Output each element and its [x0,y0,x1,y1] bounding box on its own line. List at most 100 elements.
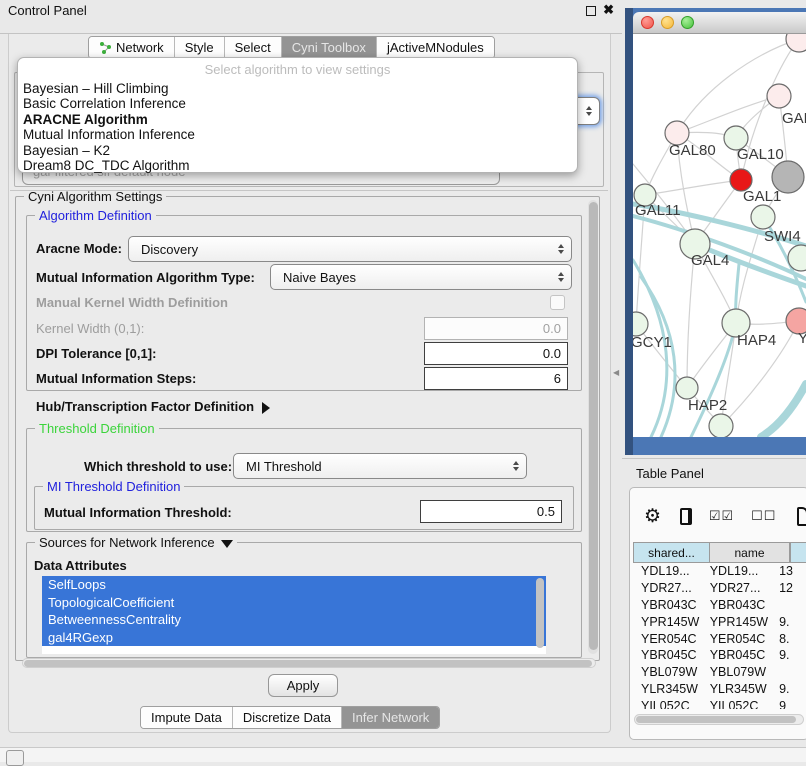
attribute-item-betweennesscentrality[interactable]: BetweennessCentrality [42,611,546,629]
kernel-width-input: 0.0 [424,317,568,340]
table-row[interactable]: YPR145WYPR145W9. [633,613,806,630]
cyni-settings-title: Cyni Algorithm Settings [24,189,166,204]
network-node-gcy1[interactable] [633,312,648,336]
table-cell: 9. [773,648,806,662]
table-row[interactable]: YBR045CYBR045C9. [633,647,806,664]
zoom-traffic-icon[interactable] [681,16,694,29]
aracne-mode-value: Discovery [141,242,198,257]
node-label-swi4: SWI4 [764,228,801,245]
attribute-item-selfloops[interactable]: SelfLoops [42,576,546,594]
tab-discretize-data[interactable]: Discretize Data [233,707,342,728]
cyni-mode-tabbar: Impute Data Discretize Data Infer Network [140,706,440,729]
float-panel-icon[interactable] [586,6,596,16]
table-cell: YDL19... [702,564,773,578]
algorithm-option-dream8-dc-tdc-algorithm[interactable]: Dream8 DC_TDC Algorithm [18,158,577,173]
hub-definition-toggle[interactable]: Hub/Transcription Factor Definition [36,399,270,414]
table-cell: YBL079W [702,665,773,679]
table-cell: YDL19... [633,564,702,578]
panel-corner-icon[interactable] [6,750,24,766]
table-panel: ⚙ ☑☑ ☐☐ shared...name YDL19...YDL19...13… [629,487,806,740]
network-window-titlebar[interactable] [633,12,806,34]
node-label-gal80: GAL80 [669,142,716,159]
algorithm-dropdown-popup: Select algorithm to view settings Bayesi… [17,57,578,173]
table-panel-title: Table Panel [636,466,704,481]
status-strip [0,747,806,762]
select-all-checks-icon[interactable]: ☑☑ [709,508,734,524]
algorithm-option-aracne-algorithm[interactable]: ARACNE Algorithm [18,112,577,127]
apply-button[interactable]: Apply [268,674,338,697]
tab-infer-network[interactable]: Infer Network [342,707,439,728]
mi-steps-input[interactable]: 6 [424,367,568,390]
algorithm-option-basic-correlation-inference[interactable]: Basic Correlation Inference [18,96,577,111]
minimize-traffic-icon[interactable] [661,16,674,29]
expand-right-icon [262,402,270,414]
algorithm-option-bayesian-k2[interactable]: Bayesian – K2 [18,143,577,158]
table-cell: 9. [773,682,806,696]
algorithm-option-bayesian-hill-climbing[interactable]: Bayesian – Hill Climbing [18,81,577,96]
document-icon[interactable] [797,507,806,526]
attribute-item-gal4rgexp[interactable]: gal4RGexp [42,629,546,647]
sources-title[interactable]: Sources for Network Inference [35,535,237,550]
table-header: shared...name [633,542,806,563]
mi-type-combobox[interactable]: Naive Bayes [270,264,572,290]
table-cell: YBR045C [702,648,773,662]
tab-impute-data[interactable]: Impute Data [141,707,233,728]
tab-label: Style [185,40,214,55]
node-label-hap2: HAP2 [688,397,727,414]
column-header-name[interactable]: name [710,543,790,563]
settings-scrollbar[interactable] [588,200,598,654]
deselect-all-checks-icon[interactable]: ☐☐ [751,508,776,524]
network-node[interactable] [786,34,806,52]
table-row[interactable]: YDL19...YDL19...13 [633,563,806,580]
table-row[interactable]: YER054CYER054C8. [633,630,806,647]
close-icon[interactable]: ✖ [603,2,614,18]
network-canvas[interactable]: GALGAL80GAL10GAL1GAL11SWI4GAL4GCY1HAP4YH… [633,34,806,437]
algorithm-option-mutual-information-inference[interactable]: Mutual Information Inference [18,127,577,142]
tab-label: Infer Network [352,710,429,725]
tab-style[interactable]: Style [175,37,225,58]
control-panel-titlebar: Control Panel ✖ [0,0,622,24]
node-label-gal1: GAL1 [743,188,781,205]
attributes-scrollbar[interactable] [536,578,544,648]
attribute-item-topologicalcoefficient[interactable]: TopologicalCoefficient [42,594,546,612]
dpi-tolerance-input[interactable]: 0.0 [424,342,568,365]
combo-arrows-icon [558,272,564,282]
aracne-mode-combobox[interactable]: Discovery [128,236,572,262]
network-node[interactable] [709,414,733,437]
column-header-2[interactable] [790,543,806,563]
network-edge [761,384,806,437]
tab-select[interactable]: Select [225,37,282,58]
table-row[interactable]: YIL052CYIL052C9 [633,697,806,709]
column-header-shared[interactable]: shared... [633,543,710,563]
tab-label: Discretize Data [243,710,331,725]
which-threshold-value: MI Threshold [246,459,322,474]
tab-label: Network [116,40,164,55]
network-node-hap2[interactable] [676,377,698,399]
settings-hscrollbar[interactable] [22,658,596,668]
tab-label: jActiveMNodules [387,40,484,55]
table-cell: 8. [773,632,806,646]
tab-network[interactable]: Network [89,37,175,58]
tab-jactivemnodules[interactable]: jActiveMNodules [377,37,494,58]
close-traffic-icon[interactable] [641,16,654,29]
table-panel-divider [622,458,806,459]
network-node-gal[interactable] [767,84,791,108]
mi-threshold-input[interactable]: 0.5 [420,500,562,523]
tab-cyni-toolbox[interactable]: Cyni Toolbox [282,37,377,58]
table-hscrollbar[interactable] [634,714,804,725]
table-row[interactable]: YBR043CYBR043C [633,597,806,614]
network-node-swi4[interactable] [751,205,775,229]
kernel-width-label: Kernel Width (0,1): [36,321,144,336]
table-toolbar: ⚙ ☑☑ ☐☐ [630,496,806,536]
table-row[interactable]: YBL079WYBL079W [633,664,806,681]
table-row[interactable]: YDR27...YDR27...12 [633,580,806,597]
columns-icon[interactable] [680,508,692,525]
table-row[interactable]: YLR345WYLR345W9. [633,681,806,698]
network-view-window: GALGAL80GAL10GAL1GAL11SWI4GAL4GCY1HAP4YH… [625,8,806,455]
combo-arrows-icon [586,106,592,116]
data-attributes-list[interactable]: SelfLoopsTopologicalCoefficientBetweenne… [42,576,546,654]
which-threshold-combobox[interactable]: MI Threshold [233,453,527,479]
gear-icon[interactable]: ⚙ [644,505,661,528]
network-edge [645,180,741,195]
split-pane-handle-icon[interactable]: ◀ [613,367,621,379]
